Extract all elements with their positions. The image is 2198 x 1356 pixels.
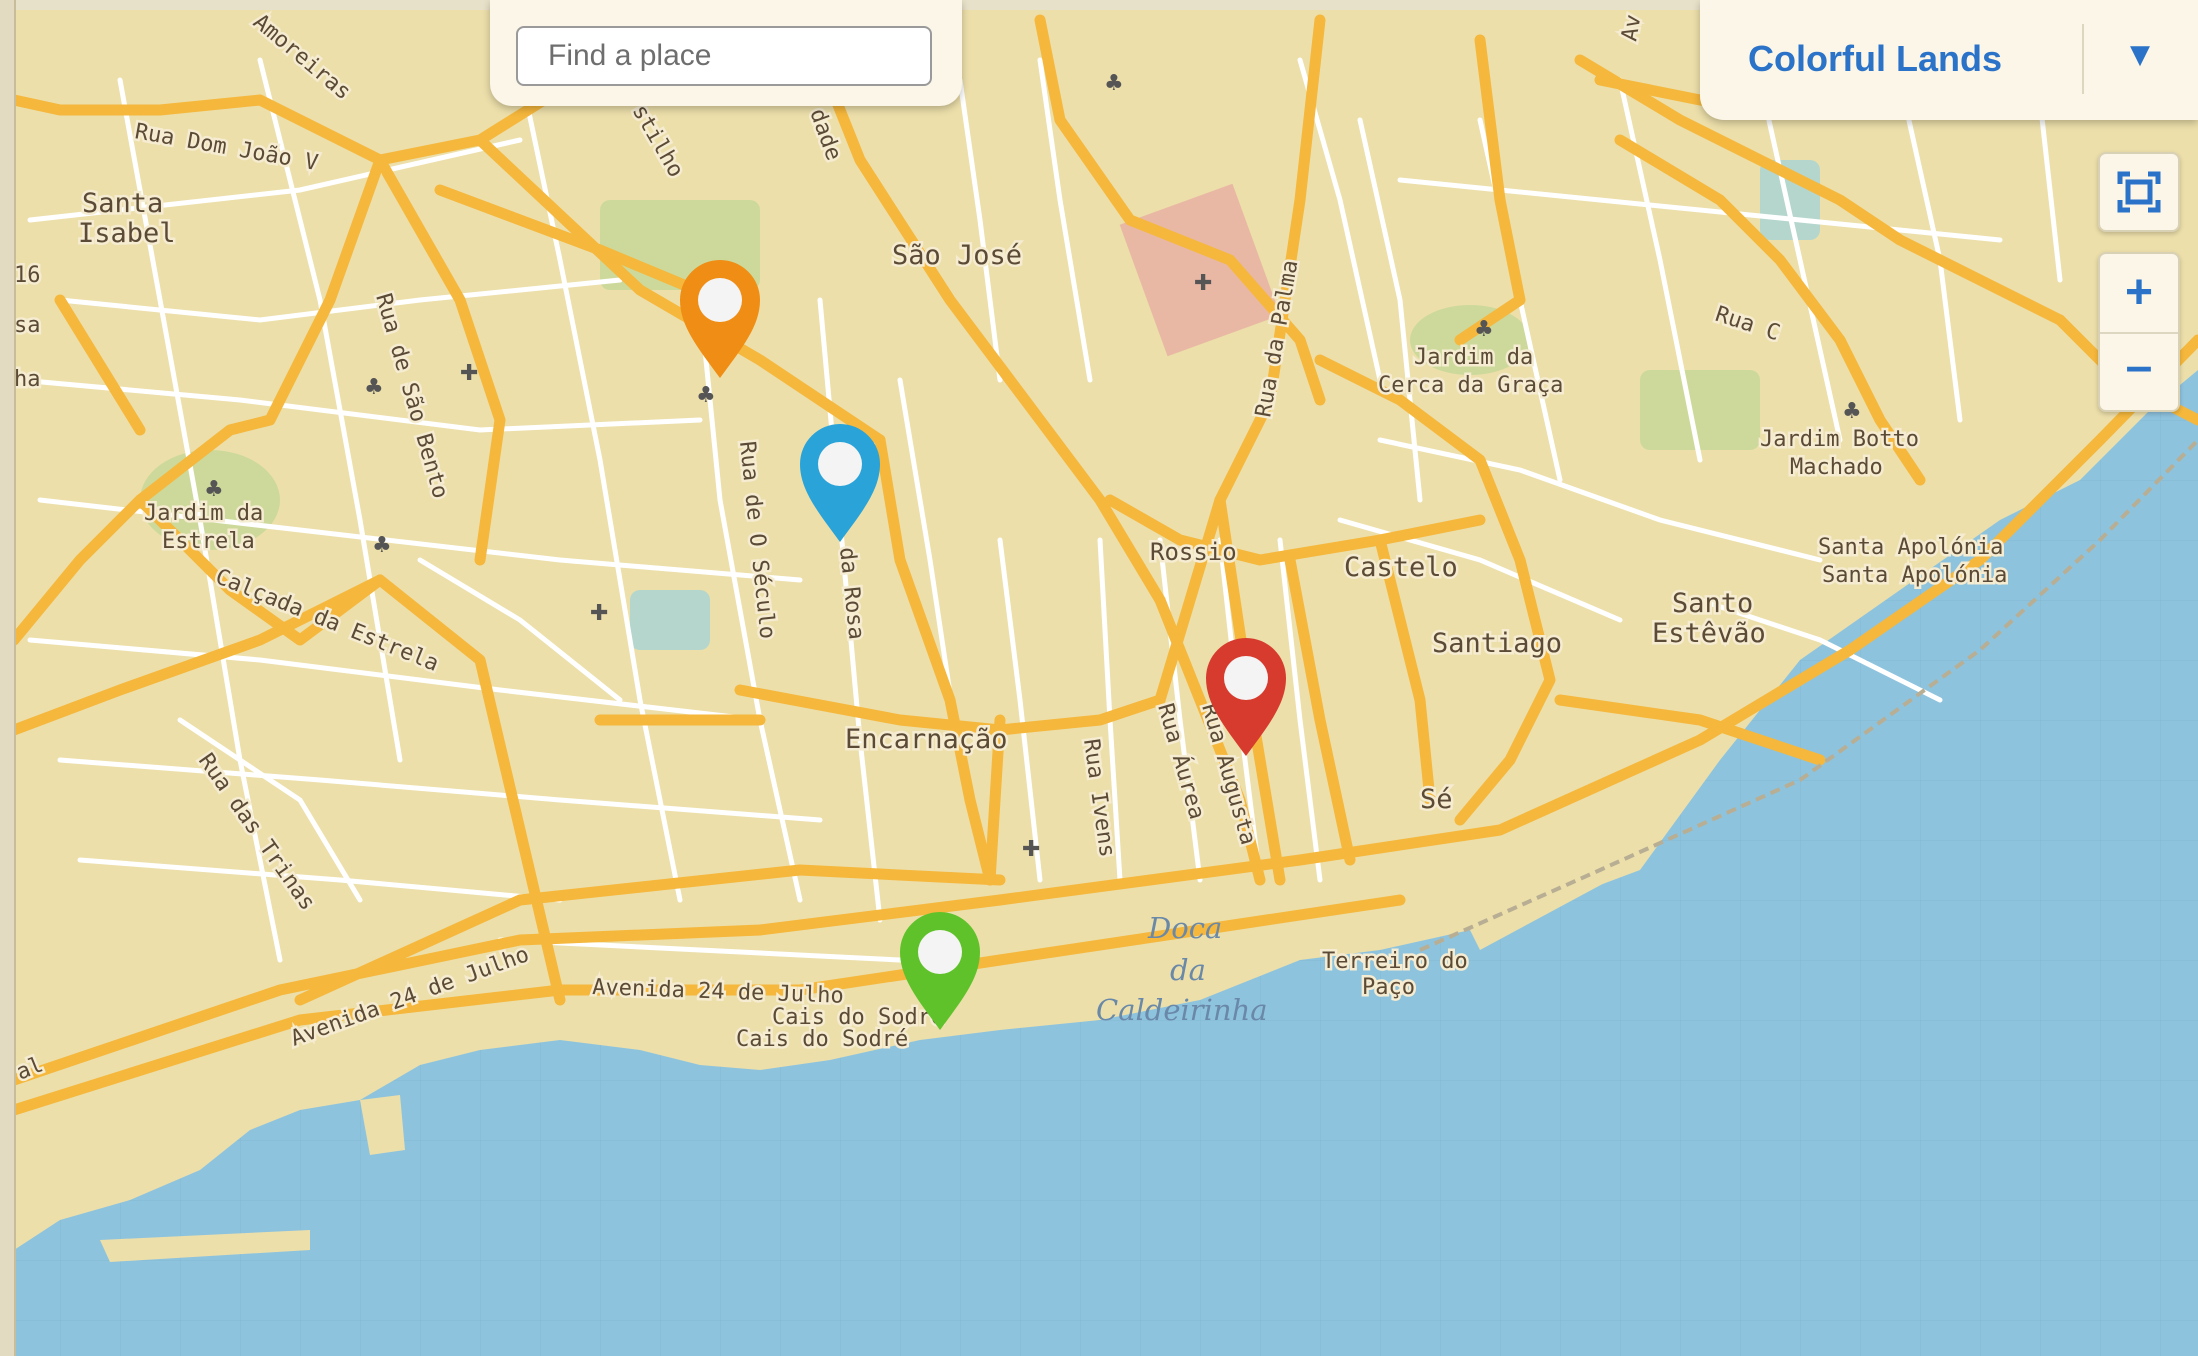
label-santa-apolonia-2: Santa Apolónia <box>1822 563 2007 588</box>
search-panel <box>490 0 962 106</box>
hospital-cross-icon-4: ✚ <box>1022 837 1040 862</box>
label-encarnacao: Encarnação <box>845 724 1008 755</box>
hospital-cross-icon-3: ✚ <box>590 601 608 626</box>
tree-icon-6: ♣ <box>696 383 716 408</box>
label-jardim-estrela-1: Jardim da <box>144 501 263 526</box>
label-avenida-top: Av <box>1617 13 1646 43</box>
tree-icon-4: ♣ <box>364 375 384 400</box>
marker-green-dot <box>918 930 962 974</box>
label-terreiro-1: Terreiro do <box>1322 949 1468 974</box>
map-style-selector[interactable]: Colorful Lands ▼ <box>1700 0 2198 120</box>
label-doca: Doca <box>1147 911 1222 945</box>
zoom-control: + – <box>2098 252 2180 412</box>
zoom-in-button[interactable]: + <box>2100 254 2178 331</box>
label-santa-apolonia-1: Santa Apolónia <box>1818 535 2003 560</box>
label-santiago: Santiago <box>1432 628 1562 659</box>
label-jardim-botto-1: Jardim Botto <box>1760 427 1919 452</box>
window-left-edge <box>0 0 16 1356</box>
label-terreiro-2: Paço <box>1362 975 1415 1000</box>
fullscreen-button[interactable] <box>2098 152 2180 232</box>
label-caldeirinha: Caldeirinha <box>1096 993 1268 1027</box>
marker-red-dot <box>1224 656 1268 700</box>
triangle-down-icon[interactable]: ▼ <box>2130 40 2150 70</box>
label-jardim-graca-2: Cerca da Graça <box>1378 373 1563 398</box>
label-santo-estevao-1: Santo <box>1672 588 1753 619</box>
marker-orange-dot <box>698 278 742 322</box>
marker-blue-dot <box>818 442 862 486</box>
label-se: Sé <box>1420 784 1453 815</box>
tree-icon-3: ♣ <box>1842 399 1862 424</box>
label-edge-2: sa <box>14 313 41 338</box>
label-santa-isabel-1: Santa <box>82 188 163 219</box>
label-jardim-estrela-2: Estrela <box>162 529 255 554</box>
label-jardim-graca-1: Jardim da <box>1414 345 1533 370</box>
map-canvas[interactable]: Santa Isabel São José Encarnação Rossio … <box>0 0 2198 1356</box>
label-da: da <box>1170 953 1206 987</box>
map-style-divider <box>2082 24 2084 94</box>
label-santo-estevao-2: Estêvão <box>1652 618 1766 649</box>
hospital-cross-icon-1: ✚ <box>1194 271 1212 296</box>
tree-icon-5: ♣ <box>1104 71 1124 96</box>
label-castelo: Castelo <box>1344 552 1458 583</box>
map-app: Santa Isabel São José Encarnação Rossio … <box>0 0 2198 1356</box>
tree-icon-2: ♣ <box>1474 317 1494 342</box>
fullscreen-icon <box>2117 171 2161 213</box>
tree-icon-1: ♣ <box>204 477 224 502</box>
map-style-label[interactable]: Colorful Lands <box>1748 38 2002 80</box>
label-rossio: Rossio <box>1150 538 1237 566</box>
label-sao-jose: São José <box>892 240 1022 271</box>
hospital-cross-icon-2: ✚ <box>460 361 478 386</box>
search-input[interactable] <box>516 26 932 86</box>
label-edge-3: ha <box>14 367 41 392</box>
label-edge-1: 16 <box>14 263 41 288</box>
label-santa-isabel-2: Isabel <box>78 218 176 249</box>
label-jardim-botto-2: Machado <box>1790 455 1883 480</box>
tree-icon-7: ♣ <box>372 533 392 558</box>
zoom-out-button[interactable]: – <box>2100 332 2178 411</box>
label-cais-sodre-2: Cais do Sodré <box>736 1027 908 1052</box>
